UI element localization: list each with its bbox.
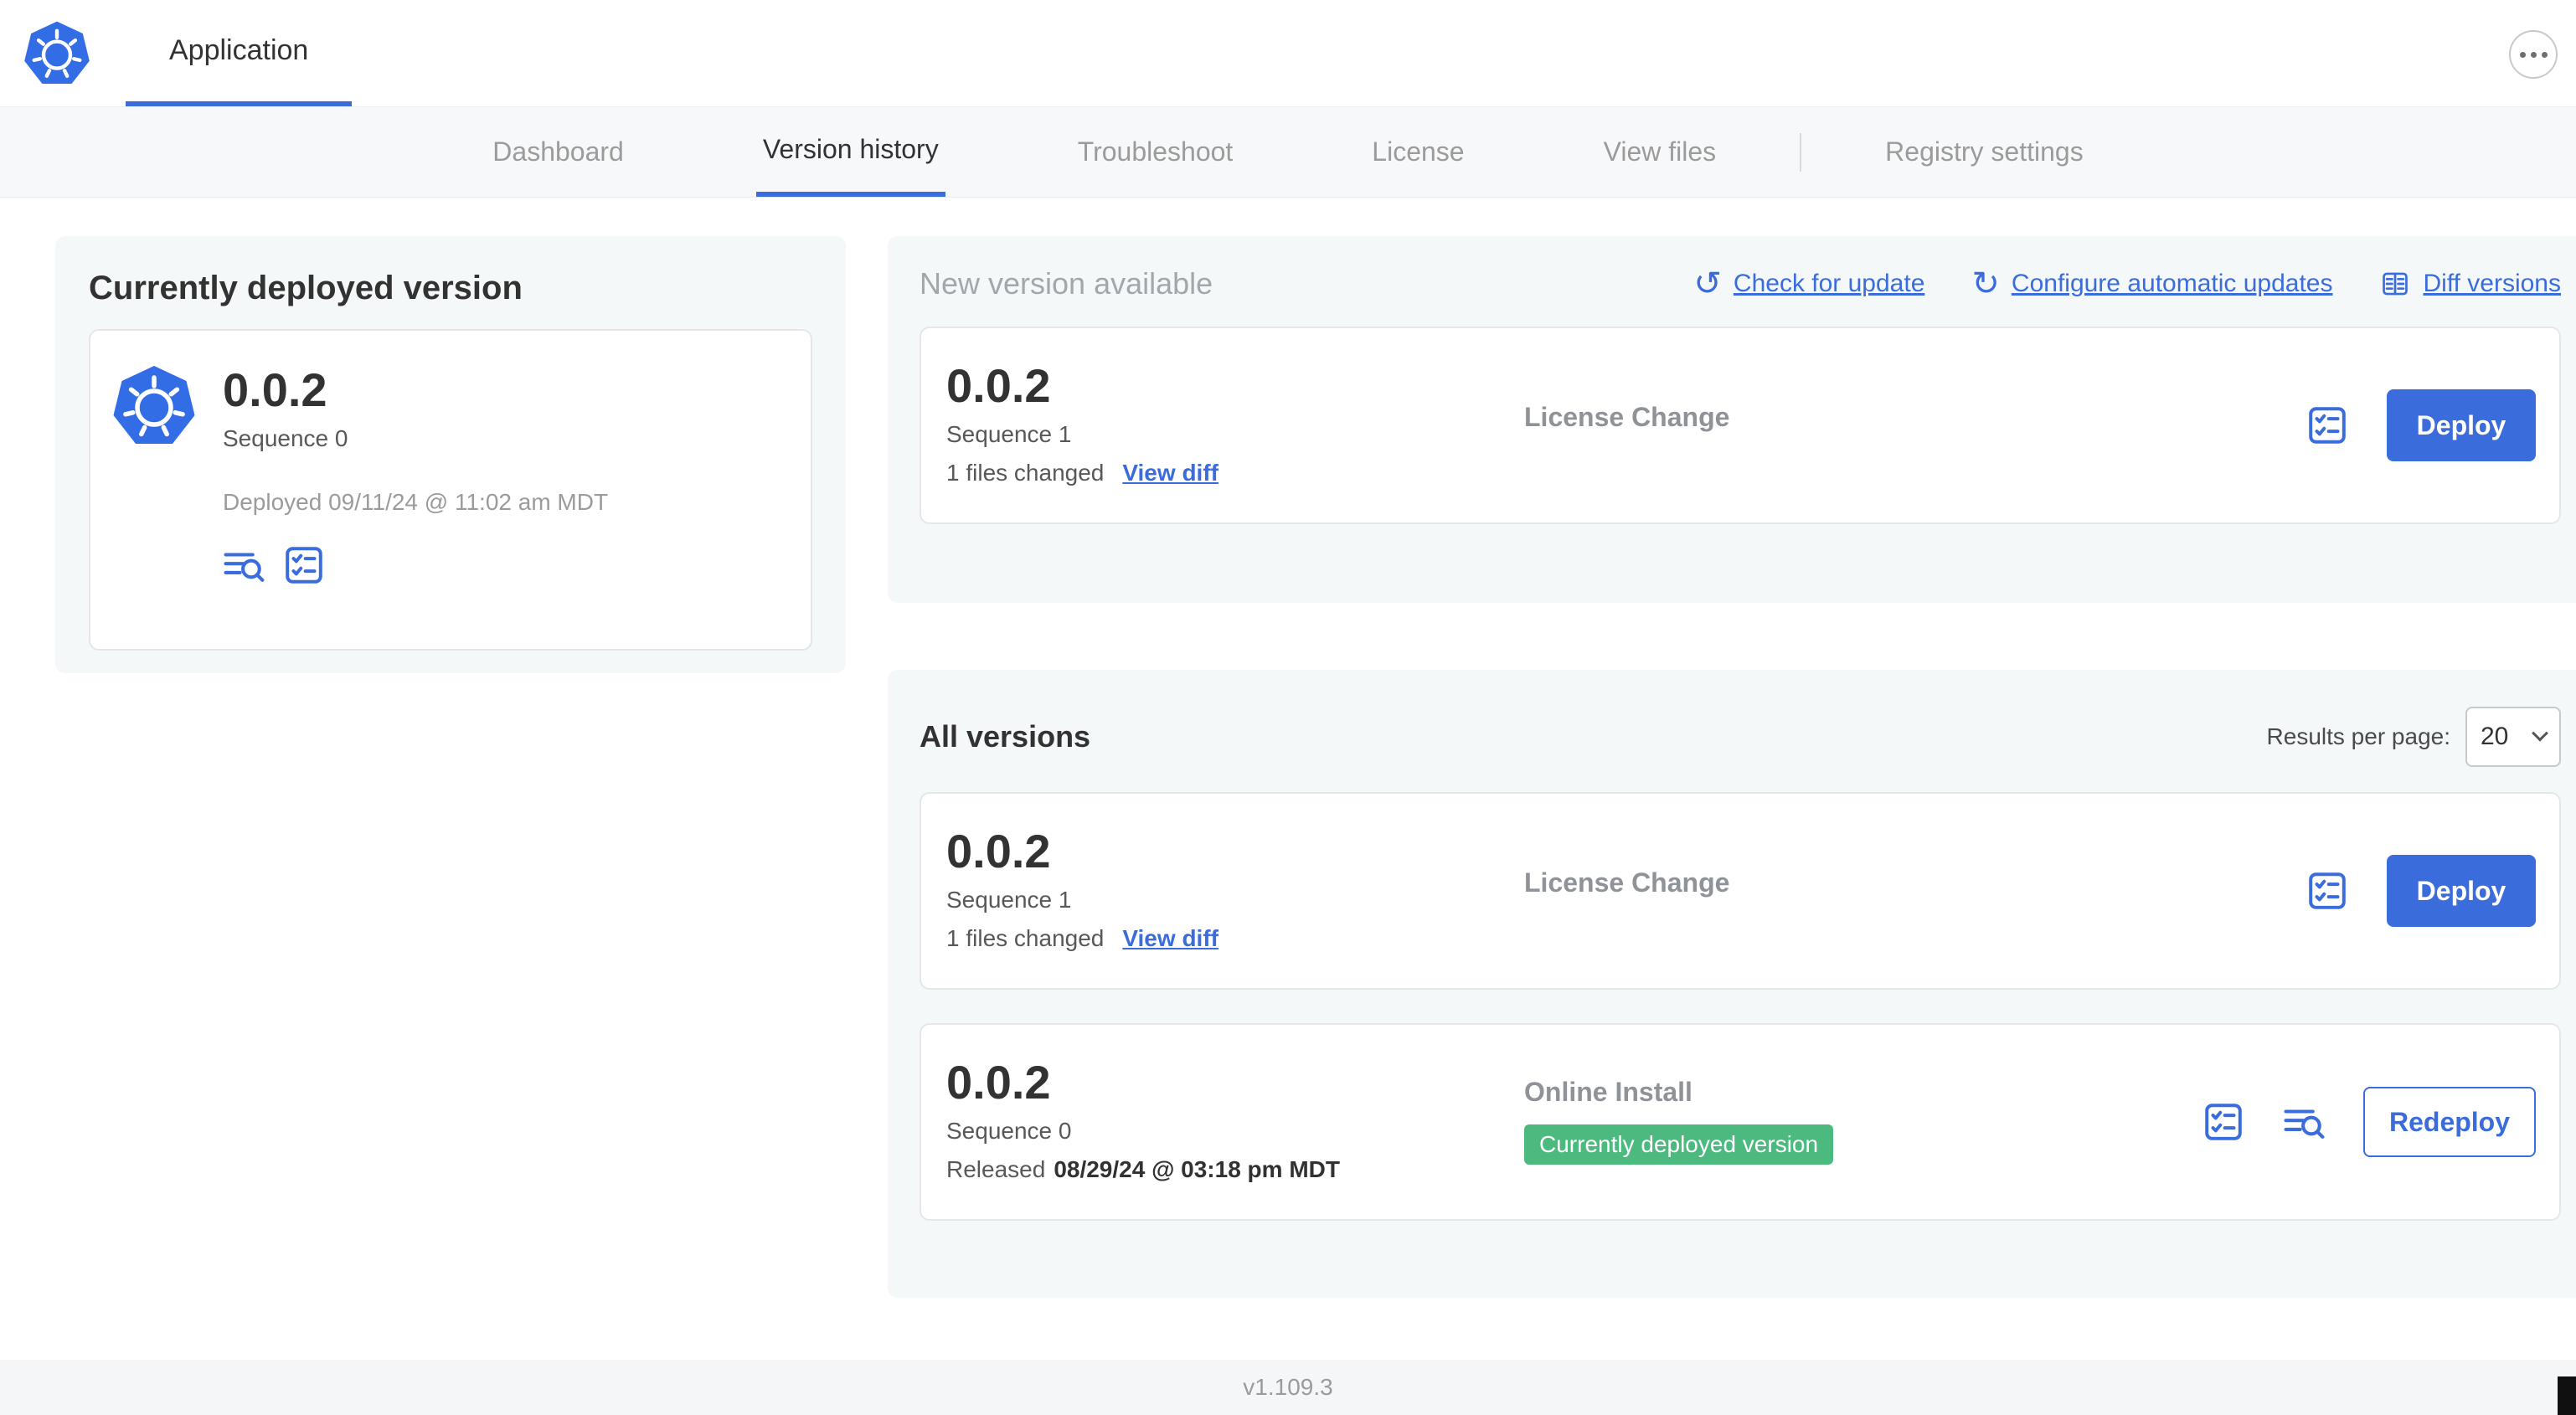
card-actions: Redeploy [2202, 1025, 2536, 1219]
results-per-page-value: 20 [2481, 723, 2509, 750]
diff-versions-link[interactable]: Diff versions [2379, 270, 2561, 298]
version-source-label: License Change [1524, 402, 1730, 432]
tab-license[interactable]: License [1365, 107, 1471, 197]
tab-version-history[interactable]: Version history [755, 107, 945, 197]
top-bar: Application [0, 0, 2576, 107]
card-actions: Deploy [2306, 794, 2536, 988]
released-date: 08/29/24 @ 03:18 pm MDT [1054, 1155, 1340, 1182]
application-tab-label: Application [169, 34, 309, 66]
tab-application[interactable]: Application [126, 0, 353, 106]
kubernetes-logo [23, 20, 90, 87]
version-row: 0.0.2 Sequence 1 1 files changed View di… [920, 792, 2561, 990]
configure-automatic-updates-link[interactable]: ↻ Configure automatic updates [1971, 267, 2332, 301]
preflight-checks-button[interactable] [2202, 1101, 2244, 1143]
version-row: 0.0.2 Sequence 0 Released 08/29/24 @ 03:1… [920, 1023, 2561, 1221]
checklist-icon [2205, 1104, 2242, 1140]
preflight-checks-button[interactable] [2306, 870, 2348, 912]
check-for-update-link[interactable]: ↺ Check for update [1693, 267, 1924, 301]
preflight-checks-button[interactable] [283, 544, 325, 586]
new-version-card: 0.0.2 Sequence 1 1 files changed View di… [920, 327, 2561, 524]
log-magnifier-icon [2283, 1101, 2325, 1143]
currently-deployed-badge: Currently deployed version [1524, 1124, 1834, 1165]
nav-divider [1800, 132, 1802, 172]
tab-dashboard[interactable]: Dashboard [486, 107, 631, 197]
version-source-label: License Change [1524, 867, 1730, 898]
all-versions-title: All versions [920, 719, 1091, 754]
new-version-panel: New version available ↺ Check for update… [888, 236, 2576, 603]
ellipsis-icon [2519, 51, 2526, 58]
overflow-menu-button[interactable] [2509, 30, 2558, 79]
deployed-card-actions [223, 544, 811, 586]
results-per-page-select[interactable]: 20 [2465, 707, 2561, 767]
deployed-sequence-label: Sequence 0 [223, 424, 348, 451]
scrollbar-thumb[interactable] [2558, 1376, 2576, 1415]
files-changed-label: 1 files changed [946, 924, 1105, 951]
app-nav: Dashboard Version history Troubleshoot L… [0, 107, 2576, 198]
refresh-icon: ↺ [1693, 265, 1722, 303]
tab-registry-settings[interactable]: Registry settings [1878, 107, 2090, 197]
view-logs-button[interactable] [223, 544, 265, 586]
version-actions: ↺ Check for update ↻ Configure automatic… [1693, 267, 2561, 301]
version-source-block: Online Install Currently deployed versio… [1524, 1077, 1834, 1165]
redeploy-button[interactable]: Redeploy [2363, 1087, 2536, 1157]
version-source-label: Online Install [1524, 1077, 1692, 1107]
log-magnifier-icon [223, 544, 265, 586]
new-version-header: New version available ↺ Check for update… [920, 266, 2561, 301]
all-versions-header: All versions Results per page: 20 [920, 707, 2561, 767]
view-diff-link[interactable]: View diff [1122, 925, 1218, 952]
deployed-timestamp: Deployed 09/11/24 @ 11:02 am MDT [223, 488, 609, 515]
deploy-button[interactable]: Deploy [2387, 389, 2536, 461]
check-for-update-label: Check for update [1733, 270, 1925, 297]
chevron-down-icon [2532, 724, 2548, 742]
all-versions-panel: All versions Results per page: 20 0.0.2 … [888, 670, 2576, 1298]
ellipsis-icon [2530, 51, 2537, 58]
app-version-label: v1.109.3 [1243, 1374, 1333, 1400]
checklist-icon [286, 547, 322, 584]
currently-deployed-panel: Currently deployed version 0.0.2 Sequenc… [55, 236, 846, 673]
files-changed-label: 1 files changed [946, 459, 1105, 486]
card-actions: Deploy [2306, 328, 2536, 522]
ellipsis-icon [2541, 51, 2548, 58]
diff-versions-label: Diff versions [2423, 270, 2561, 297]
released-label: Released [946, 1155, 1046, 1182]
kubernetes-logo [112, 364, 196, 448]
new-version-title: New version available [920, 266, 1213, 301]
app-footer: v1.109.3 [0, 1360, 2576, 1415]
auto-update-icon: ↻ [1971, 265, 2000, 303]
checklist-icon [2309, 407, 2346, 444]
results-per-page: Results per page: 20 [2267, 707, 2561, 767]
currently-deployed-card: 0.0.2 Sequence 0 Deployed 09/11/24 @ 11:… [89, 329, 812, 651]
tab-troubleshoot[interactable]: Troubleshoot [1071, 107, 1240, 197]
view-logs-button[interactable] [2283, 1101, 2325, 1143]
results-per-page-label: Results per page: [2266, 723, 2450, 749]
configure-automatic-updates-label: Configure automatic updates [2011, 270, 2333, 297]
preflight-checks-button[interactable] [2306, 404, 2348, 446]
view-diff-link[interactable]: View diff [1122, 460, 1218, 486]
tab-view-files[interactable]: View files [1597, 107, 1723, 197]
deployed-version-number: 0.0.2 [223, 363, 327, 416]
checklist-icon [2309, 872, 2346, 909]
currently-deployed-title: Currently deployed version [89, 270, 523, 306]
diff-icon [2383, 272, 2409, 296]
deploy-button[interactable]: Deploy [2387, 855, 2536, 927]
